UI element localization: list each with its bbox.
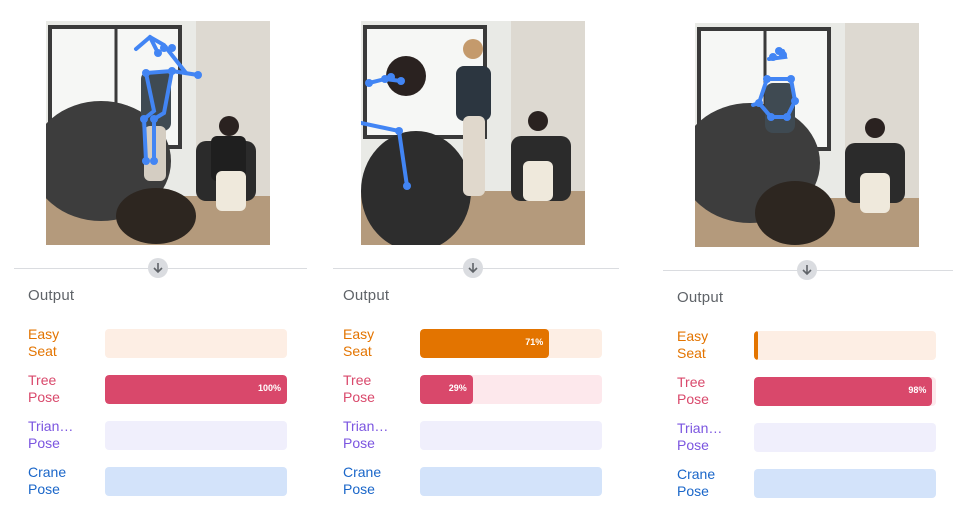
confidence-bar-crane — [105, 467, 287, 496]
confidence-fill-tree: 98% — [754, 377, 933, 406]
confidence-fill-easy: 71% — [420, 329, 550, 358]
pose-photo — [695, 23, 919, 247]
pose-label-tree: Tree Pose — [28, 372, 60, 405]
result-row-easy: Easy Seat — [677, 328, 955, 368]
result-row-easy: Easy Seat — [28, 326, 328, 366]
confidence-percent: 29% — [448, 383, 467, 393]
output-heading: Output — [28, 287, 75, 304]
confidence-bar-crane — [754, 469, 936, 498]
result-row-triangle: Trian… Pose — [677, 420, 955, 460]
classifier-panel-2: Output Easy Seat 71% Tree Pose 29% Trian… Po… — [329, 0, 629, 520]
pose-label-triangle: Trian… Pose — [28, 418, 74, 451]
confidence-bar-easy — [754, 331, 936, 360]
confidence-fill-tree: 100% — [105, 375, 287, 404]
result-row-easy: Easy Seat 71% — [343, 326, 643, 366]
pose-photo — [46, 21, 270, 245]
confidence-fill-tree: 29% — [420, 375, 473, 404]
pose-label-crane: Crane Pose — [28, 464, 67, 497]
confidence-bar-easy — [105, 329, 287, 358]
pose-label-easy: Easy Seat — [28, 326, 60, 359]
confidence-bar-tree: 100% — [105, 375, 287, 404]
result-row-crane: Crane Pose — [677, 466, 955, 506]
pose-label-easy: Easy Seat — [343, 326, 375, 359]
pose-label-crane: Crane Pose — [343, 464, 382, 497]
confidence-bar-tree: 98% — [754, 377, 936, 406]
confidence-bar-triangle — [420, 421, 602, 450]
classifier-panel-1: Output Easy Seat Tree Pose 100% Trian… Pose… — [14, 0, 314, 520]
confidence-bar-crane — [420, 467, 602, 496]
result-row-triangle: Trian… Pose — [28, 418, 328, 458]
pose-label-easy: Easy Seat — [677, 328, 709, 361]
confidence-percent: 98% — [908, 385, 927, 395]
confidence-percent: 100% — [257, 383, 281, 393]
pose-label-crane: Crane Pose — [677, 466, 716, 499]
classifier-panel-3: Output Easy Seat Tree Pose 98% Trian… Pose C… — [663, 0, 955, 520]
result-row-triangle: Trian… Pose — [343, 418, 643, 458]
pose-label-triangle: Trian… Pose — [677, 420, 723, 453]
output-heading: Output — [677, 289, 724, 306]
result-row-tree: Tree Pose 98% — [677, 374, 955, 414]
pose-photo — [361, 21, 585, 245]
confidence-bar-triangle — [105, 421, 287, 450]
confidence-bar-easy: 71% — [420, 329, 602, 358]
arrow-down-icon — [463, 258, 483, 278]
arrow-down-icon — [148, 258, 168, 278]
output-heading: Output — [343, 287, 390, 304]
confidence-bar-triangle — [754, 423, 936, 452]
arrow-down-icon — [797, 260, 817, 280]
result-row-crane: Crane Pose — [28, 464, 328, 504]
result-row-tree: Tree Pose 100% — [28, 372, 328, 412]
pose-label-triangle: Trian… Pose — [343, 418, 389, 451]
confidence-fill-easy — [754, 331, 758, 360]
result-row-tree: Tree Pose 29% — [343, 372, 643, 412]
pose-label-tree: Tree Pose — [343, 372, 375, 405]
confidence-percent: 71% — [525, 337, 544, 347]
confidence-bar-tree: 29% — [420, 375, 602, 404]
result-row-crane: Crane Pose — [343, 464, 643, 504]
pose-label-tree: Tree Pose — [677, 374, 709, 407]
